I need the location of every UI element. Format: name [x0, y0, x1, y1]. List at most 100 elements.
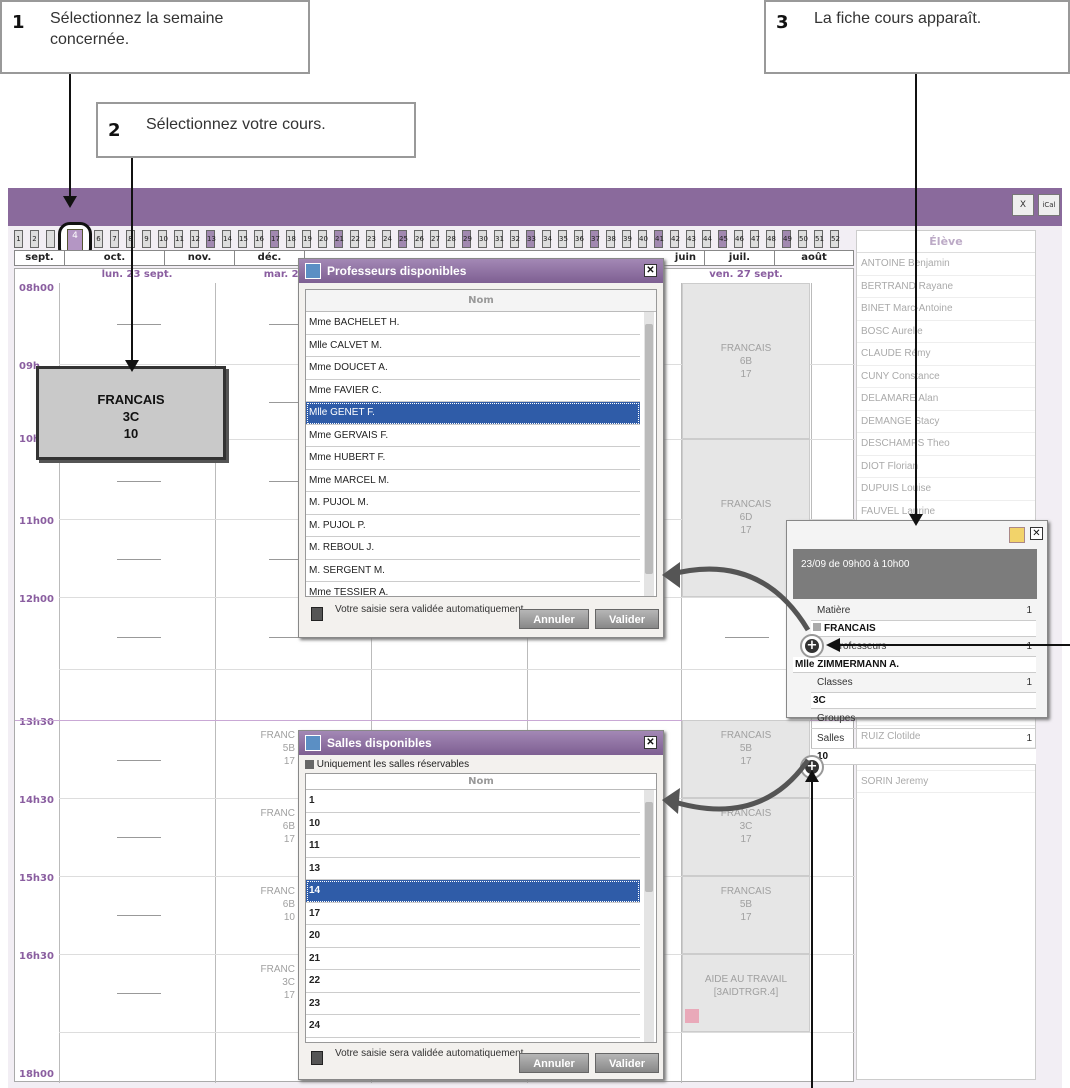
week-cell[interactable]: 45 — [718, 230, 728, 248]
week-cell[interactable]: 39 — [622, 230, 632, 248]
selected-course[interactable]: FRANCAIS 3C 10 — [36, 366, 226, 460]
course-block[interactable]: AIDE AU TRAVAIL [3AIDTRGR.4] — [682, 954, 810, 1032]
list-item[interactable]: Mme MARCEL M. — [306, 470, 640, 492]
list-item[interactable]: Mme FAVIER C. — [306, 380, 640, 402]
student-item[interactable]: ANTOINE Benjamin — [857, 253, 1035, 276]
week-cell[interactable]: 38 — [606, 230, 616, 248]
week-cell[interactable]: 30 — [478, 230, 488, 248]
month-label[interactable]: sept. — [15, 251, 65, 265]
excel-export-icon[interactable]: X — [1012, 194, 1034, 216]
week-cell[interactable]: 28 — [446, 230, 456, 248]
week-cell[interactable]: 17 — [270, 230, 280, 248]
week-cell[interactable]: 46 — [734, 230, 744, 248]
list-item[interactable]: 13 — [306, 858, 640, 880]
student-item[interactable]: BINET Marc-Antoine — [857, 298, 1035, 321]
list-item[interactable]: Mme GERVAIS F. — [306, 425, 640, 447]
week-cell[interactable]: 24 — [382, 230, 392, 248]
week-cell[interactable]: 14 — [222, 230, 232, 248]
scrollbar-thumb[interactable] — [645, 802, 653, 892]
week-cell[interactable]: 27 — [430, 230, 440, 248]
student-item[interactable]: CLAUDE Rémy — [857, 343, 1035, 366]
week-cell[interactable]: 12 — [190, 230, 200, 248]
month-label[interactable]: nov. — [165, 251, 235, 265]
week-cell[interactable]: 20 — [318, 230, 328, 248]
week-cell[interactable]: 51 — [814, 230, 824, 248]
list-item[interactable]: 23 — [306, 993, 640, 1015]
list-item[interactable]: Mme HUBERT F. — [306, 447, 640, 470]
course-block[interactable]: FRANC 6B 17 — [235, 807, 295, 846]
close-icon[interactable]: ✕ — [644, 736, 657, 749]
list-item[interactable]: 22 — [306, 970, 640, 993]
cancel-button[interactable]: Annuler — [519, 1053, 589, 1073]
close-icon[interactable]: ✕ — [1030, 527, 1043, 540]
student-item[interactable]: BERTRAND Rayane — [857, 276, 1035, 298]
week-cell[interactable]: 52 — [830, 230, 840, 248]
list-item[interactable]: 10 — [306, 813, 640, 835]
course-block[interactable]: FRANC 6B 10 — [235, 885, 295, 924]
week-cell[interactable]: 35 — [558, 230, 568, 248]
scrollbar[interactable] — [644, 790, 654, 1042]
student-item[interactable]: DELAMARE Alan — [857, 388, 1035, 411]
list-item[interactable]: M. PUJOL M. — [306, 492, 640, 515]
scrollbar[interactable] — [644, 312, 654, 596]
student-item[interactable]: DESCHAMPS Theo — [857, 433, 1035, 456]
week-cell[interactable] — [46, 230, 55, 248]
validate-button[interactable]: Valider — [595, 1053, 659, 1073]
month-label[interactable]: août — [775, 251, 853, 265]
add-teacher-icon[interactable]: + — [800, 634, 824, 658]
week-cell[interactable]: 15 — [238, 230, 248, 248]
week-cell[interactable]: 32 — [510, 230, 520, 248]
list-item[interactable]: 24 — [306, 1015, 640, 1038]
week-cell[interactable]: 10 — [158, 230, 168, 248]
list-item[interactable]: M. SERGENT M. — [306, 560, 640, 582]
week-cell[interactable]: 31 — [494, 230, 504, 248]
week-cell[interactable]: 40 — [638, 230, 648, 248]
week-cell[interactable]: 19 — [302, 230, 312, 248]
student-item[interactable]: DUPUIS Louise — [857, 478, 1035, 501]
week-cell[interactable]: 26 — [414, 230, 424, 248]
list-item[interactable]: 17 — [306, 903, 640, 925]
week-cell[interactable]: 48 — [766, 230, 776, 248]
list-item[interactable]: 14 — [306, 880, 640, 903]
teacher-value[interactable]: Mlle ZIMMERMANN A. — [793, 657, 1036, 673]
student-item[interactable]: DIOT Florian — [857, 456, 1035, 478]
week-cell[interactable]: 18 — [286, 230, 296, 248]
list-item[interactable]: Mlle CALVET M. — [306, 335, 640, 357]
month-label[interactable]: déc. — [235, 251, 305, 265]
week-cell[interactable]: 50 — [798, 230, 808, 248]
course-block[interactable]: FRANCAIS 6B 17 — [682, 283, 810, 439]
list-item[interactable]: Mme DOUCET A. — [306, 357, 640, 380]
student-item[interactable]: BOSC Aurelie — [857, 321, 1035, 343]
week-cell[interactable]: 37 — [590, 230, 600, 248]
list-item[interactable]: 21 — [306, 948, 640, 970]
course-block[interactable]: FRANCAIS 5B 17 — [682, 720, 810, 798]
list-item[interactable]: 1 — [306, 790, 640, 813]
scrollbar-thumb[interactable] — [645, 324, 653, 574]
list-item[interactable]: M. REBOUL J. — [306, 537, 640, 560]
month-label[interactable]: oct. — [65, 251, 165, 265]
list-item[interactable]: 25 — [306, 1038, 640, 1043]
list-item[interactable]: Mme BACHELET H. — [306, 312, 640, 335]
checkbox-icon[interactable] — [305, 759, 314, 769]
list-item[interactable]: M. PUJOL P. — [306, 515, 640, 537]
list-item[interactable]: 11 — [306, 835, 640, 858]
student-item[interactable]: SORIN Jeremy — [857, 771, 1035, 793]
week-cell[interactable]: 25 — [398, 230, 408, 248]
week-cell[interactable]: 29 — [462, 230, 472, 248]
week-cell[interactable]: 9 — [142, 230, 151, 248]
cancel-button[interactable]: Annuler — [519, 609, 589, 629]
week-cell[interactable]: 23 — [366, 230, 376, 248]
week-cell[interactable]: 7 — [110, 230, 119, 248]
week-cell[interactable]: 1 — [14, 230, 23, 248]
week-cell[interactable]: 41 — [654, 230, 664, 248]
room-value[interactable]: 10 — [811, 749, 1036, 765]
course-block[interactable]: FRANC 5B 17 — [235, 729, 295, 768]
week-cell[interactable]: 36 — [574, 230, 584, 248]
ical-export-icon[interactable]: iCal — [1038, 194, 1060, 216]
week-cell[interactable]: 43 — [686, 230, 696, 248]
course-block[interactable]: FRANCAIS 3C 17 — [682, 798, 810, 876]
week-cell[interactable]: 49 — [782, 230, 792, 248]
list-item[interactable]: Mlle GENET F. — [306, 402, 640, 425]
week-cell[interactable]: 16 — [254, 230, 264, 248]
list-item[interactable]: 20 — [306, 925, 640, 948]
